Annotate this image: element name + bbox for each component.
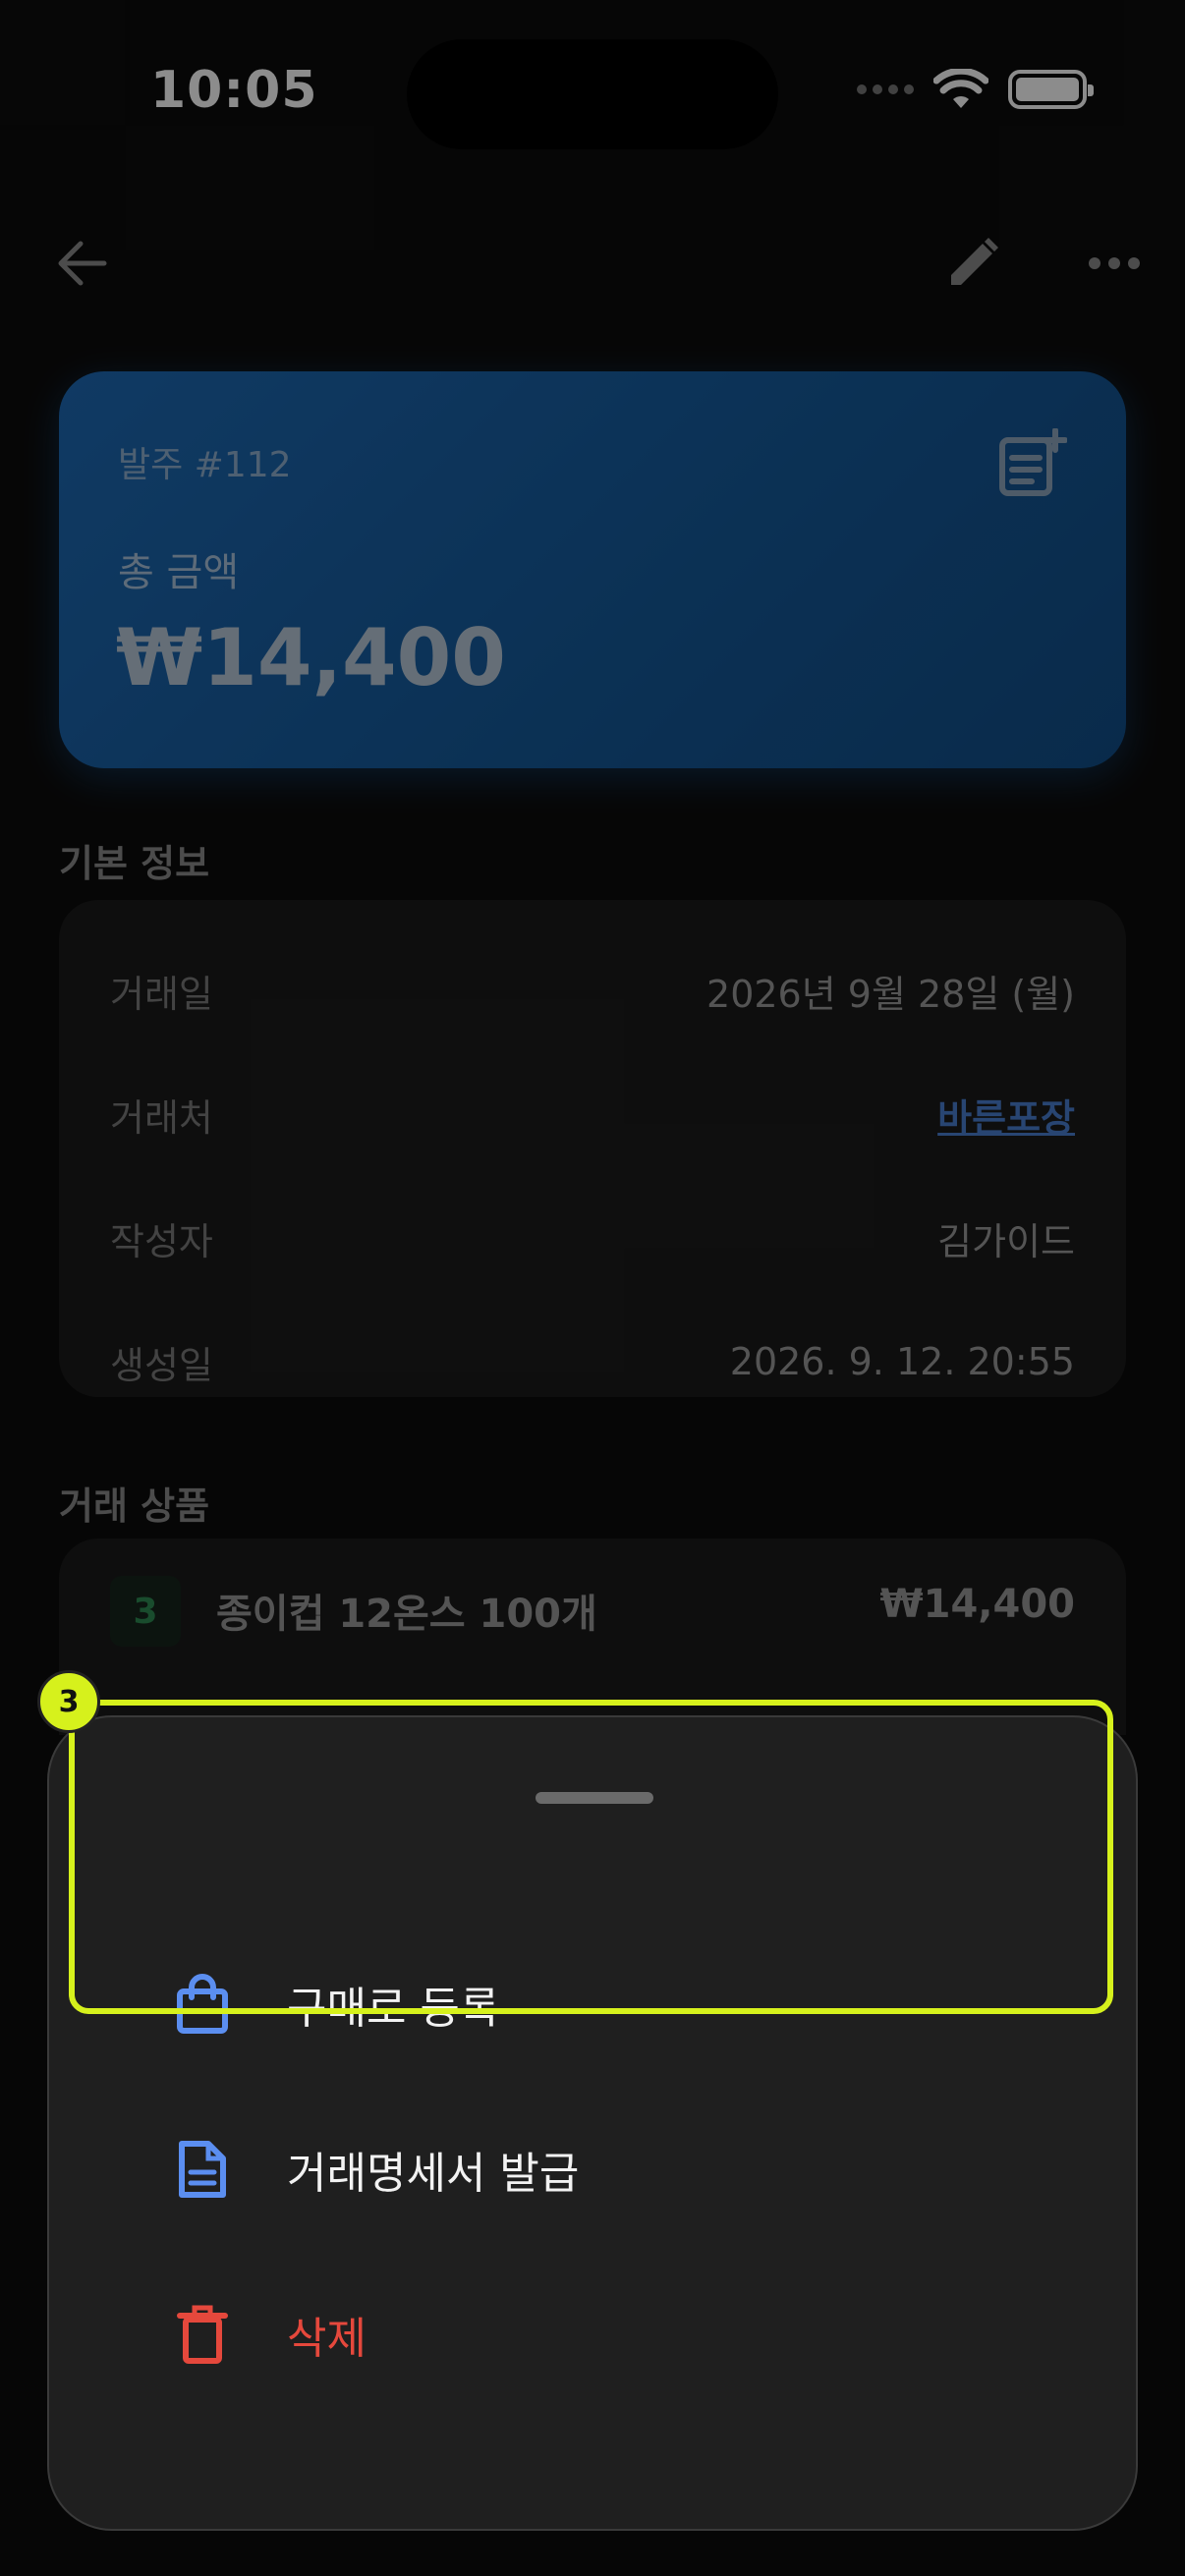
status-icons [857,69,1094,110]
order-number: 발주 #112 [118,445,292,485]
back-button[interactable] [43,224,122,303]
cellular-signal-icon [857,84,914,94]
highlight-box [69,1700,1113,2014]
document-icon [173,2138,232,2201]
partner-link[interactable]: 바른포장 [937,1088,1075,1142]
basic-info-card: 거래일 2026년 9월 28일 (월) 거래처 바른포장 작성자 김가이드 생… [59,900,1126,1397]
basic-info-title: 기본 정보 [59,842,210,885]
pencil-icon [951,238,998,285]
note-add-icon[interactable] [996,427,1068,499]
total-amount: ₩14,400 [116,612,506,703]
info-value: 2026년 9월 28일 (월) [706,972,1075,1016]
delete-button[interactable]: 삭제 [49,2275,1136,2393]
total-amount-label: 총 금액 [118,550,240,595]
issue-statement-button[interactable]: 거래명세서 발급 [49,2110,1136,2228]
item-price: ₩14,400 [879,1582,1075,1627]
info-key: 거래처 [110,1095,213,1140]
arrow-left-icon [58,241,107,286]
info-row-author: 작성자 김가이드 [110,1208,1075,1267]
screen: 10:05 발주 #112 총 금액 ₩14,400 기본 정보 거래일 202… [0,0,1185,2576]
item-name: 종이컵 12온스 100개 [216,1592,597,1637]
order-summary-card: 발주 #112 총 금액 ₩14,400 [59,371,1126,768]
info-key: 거래일 [110,972,213,1016]
sheet-item-label: 거래명세서 발급 [287,2149,580,2199]
wifi-icon [933,69,988,108]
quantity-badge: 3 [110,1576,181,1647]
battery-icon [1008,70,1094,109]
sheet-item-label: 삭제 [287,2314,367,2364]
dynamic-island [407,39,778,149]
info-row-partner: 거래처 바른포장 [110,1085,1075,1144]
more-horizontal-icon [1089,257,1140,269]
step-marker: 3 [37,1670,100,1733]
more-options-button[interactable] [1075,224,1154,303]
trash-icon [173,2303,232,2366]
info-row-created-at: 생성일 2026. 9. 12. 20:55 [110,1332,1075,1391]
status-time: 10:05 [150,61,318,120]
info-value: 김가이드 [937,1219,1075,1263]
info-key: 생성일 [110,1343,213,1387]
edit-button[interactable] [933,224,1012,303]
info-value: 2026. 9. 12. 20:55 [729,1340,1075,1383]
info-row-transaction-date: 거래일 2026년 9월 28일 (월) [110,961,1075,1020]
items-title: 거래 상품 [59,1484,210,1528]
info-key: 작성자 [110,1219,213,1263]
